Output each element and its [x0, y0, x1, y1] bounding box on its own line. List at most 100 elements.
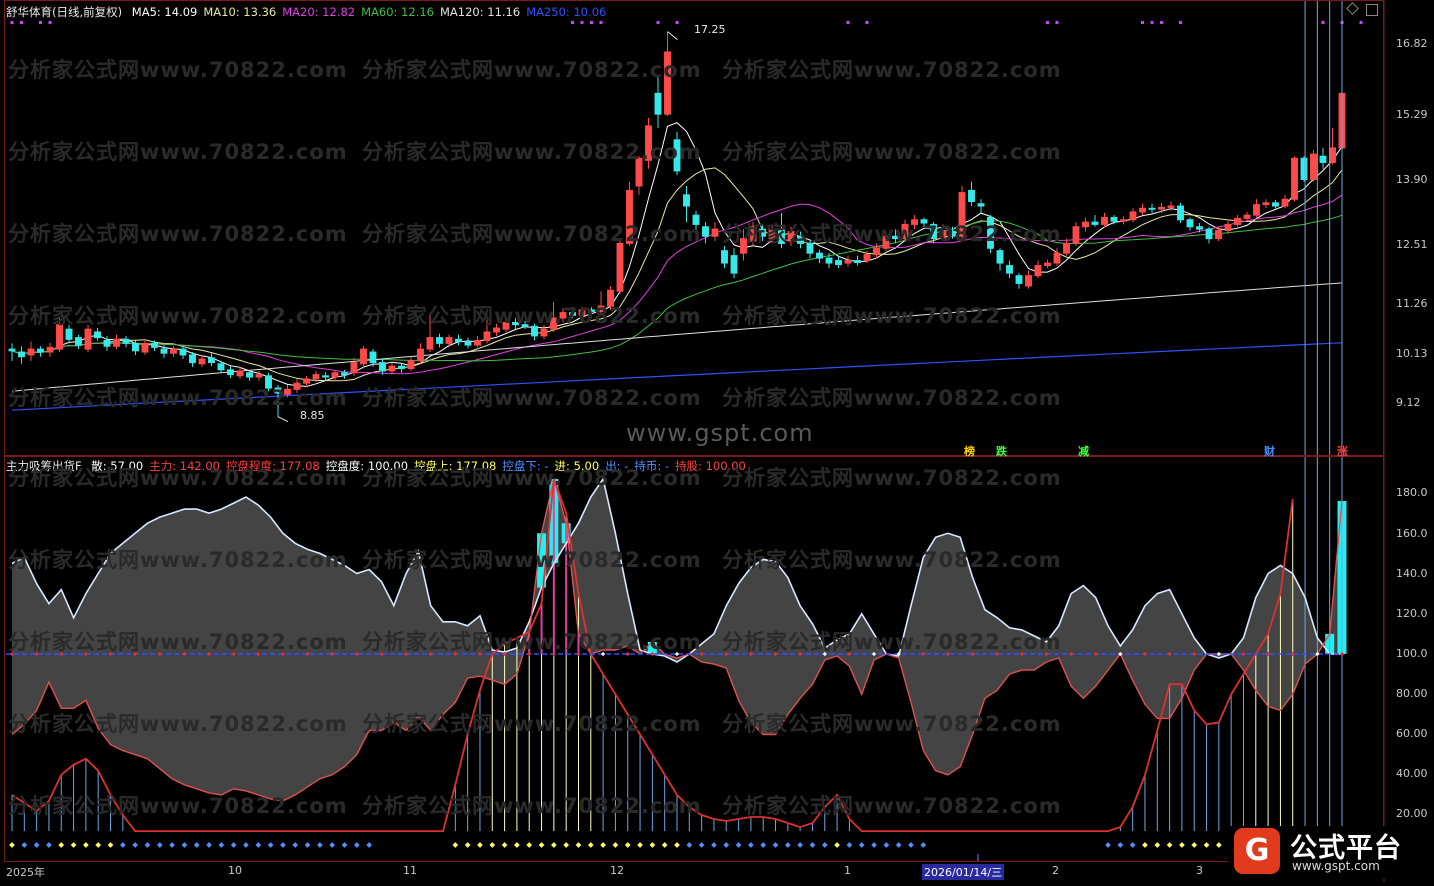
indicator-tick: 80.00 — [1396, 687, 1428, 700]
watermark: 分析家公式网www.70822.com — [362, 304, 702, 328]
maximize-icon[interactable] — [1366, 4, 1378, 16]
entry-exit-marker — [563, 842, 569, 848]
main-legend: 舒华体育(日线,前复权) MA5: 14.09 MA10: 13.36 MA20: … — [6, 4, 618, 20]
entry-exit-marker — [797, 842, 803, 848]
watermark: 分析家公式网www.70822.com — [8, 386, 348, 410]
candle-body — [1091, 221, 1099, 225]
entry-exit-marker — [83, 842, 89, 848]
candle-body — [1300, 157, 1308, 180]
candle-body — [1120, 219, 1127, 222]
entry-exit-marker — [587, 842, 594, 848]
watermark: 分析家公式网www.70822.com — [362, 712, 702, 736]
candle-body — [977, 203, 985, 207]
entry-exit-marker — [304, 842, 311, 848]
candle-body — [103, 339, 111, 347]
candle-body — [1262, 202, 1270, 206]
entry-exit-marker — [711, 842, 717, 848]
main-legend-title[interactable]: 舒华体育(日线,前复权) — [6, 5, 122, 19]
entry-exit-marker — [575, 842, 582, 848]
entry-exit-marker — [1142, 842, 1148, 848]
watermark: 分析家公式网www.70822.com — [722, 712, 1062, 736]
signal-dot — [1359, 21, 1363, 24]
candle-body — [683, 194, 690, 207]
candle-body — [37, 348, 44, 353]
candle-body — [702, 226, 709, 237]
signal-dot — [20, 21, 23, 24]
candle-body — [94, 331, 101, 339]
indicator-tick: 160.0 — [1396, 527, 1428, 540]
watermark: 分析家公式网www.70822.com — [362, 548, 702, 572]
indicator-tick: 140.0 — [1396, 567, 1428, 580]
candle-body — [46, 346, 54, 353]
entry-exit-marker — [1129, 842, 1136, 848]
crosshair-date: 2026/01/14/三 — [922, 864, 1005, 880]
candle-body — [540, 328, 548, 337]
candle-body — [75, 337, 82, 346]
entry-exit-marker — [612, 842, 619, 848]
signal-tag: 财 — [1264, 445, 1275, 458]
entry-exit-marker — [317, 842, 323, 848]
candle-body — [379, 362, 386, 372]
candle-body — [227, 369, 234, 376]
main-legend-item: MA20: 12.82 — [282, 5, 356, 19]
watermark: 分析家公式网www.70822.com — [362, 794, 702, 818]
signal-dot — [656, 21, 660, 24]
entry-exit-marker — [1166, 842, 1173, 848]
entry-exit-marker — [883, 842, 890, 848]
indicator-tick: 60.00 — [1396, 727, 1428, 740]
signal-tag: 涨 — [1337, 445, 1348, 458]
entry-exit-marker — [1154, 842, 1161, 848]
candle-body — [1006, 265, 1013, 274]
main-legend-item: MA250: 10.06 — [526, 5, 607, 19]
entry-exit-marker — [169, 842, 175, 848]
signal-dot — [571, 21, 574, 24]
candle-body — [398, 365, 405, 370]
candle-body — [464, 341, 472, 346]
entry-exit-marker — [464, 842, 471, 848]
price-tick: 13.90 — [1396, 173, 1428, 186]
watermark: 分析家公式网www.70822.com — [722, 58, 1062, 82]
watermark: 分析家公式网www.70822.com — [722, 304, 1062, 328]
signal-dot — [1160, 21, 1163, 24]
candle-body — [825, 257, 833, 264]
signal-dot — [846, 21, 850, 24]
price-tick: 11.26 — [1396, 297, 1428, 310]
entry-exit-marker — [920, 842, 927, 848]
entry-exit-marker — [674, 842, 680, 848]
candle-body — [312, 374, 320, 380]
entry-exit-marker — [649, 842, 656, 848]
candle-body — [1196, 226, 1203, 230]
candle-body — [436, 337, 443, 344]
candle-body — [1082, 221, 1089, 228]
entry-exit-marker — [501, 842, 508, 848]
entry-exit-marker — [230, 842, 237, 848]
signal-dot — [1141, 21, 1144, 24]
entry-exit-marker — [366, 842, 372, 848]
signal-dot — [865, 21, 869, 24]
candle-body — [1148, 207, 1156, 210]
candle-body — [996, 250, 1004, 264]
candle-body — [1291, 157, 1298, 200]
entry-exit-marker — [1203, 842, 1210, 848]
entry-exit-marker — [452, 842, 459, 848]
candle-body — [863, 254, 871, 262]
candle-body — [1072, 226, 1080, 244]
main-legend-item: MA5: 14.09 — [131, 5, 198, 19]
signal-dot — [10, 21, 14, 24]
signal-dot — [48, 21, 52, 24]
entry-exit-marker — [477, 842, 483, 848]
candle-body — [844, 260, 852, 264]
brand-logo: G 公式平台 www.gspt.com — [1228, 826, 1428, 878]
candle-body — [236, 370, 244, 377]
candle-body — [1224, 223, 1232, 232]
candle-body — [170, 348, 177, 354]
x-tick: 10 — [228, 864, 242, 877]
signal-tag: 跌 — [996, 445, 1007, 458]
watermark: 分析家公式网www.70822.com — [8, 304, 348, 328]
signal-tag: 减 — [1078, 445, 1089, 458]
entry-exit-marker — [144, 842, 151, 848]
entry-exit-marker — [33, 842, 40, 848]
entry-exit-marker — [70, 842, 77, 848]
entry-exit-marker — [1105, 842, 1111, 848]
price-tick: 15.29 — [1396, 108, 1428, 121]
